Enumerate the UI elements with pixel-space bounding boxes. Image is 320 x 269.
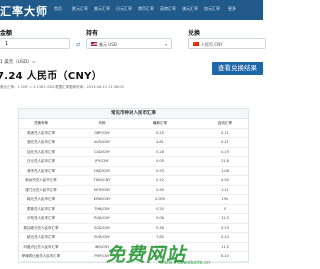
us-flag-icon: [91, 42, 97, 46]
from-currency-label: 持有: [86, 30, 99, 37]
cell-currency[interactable]: 澳门元兑人民币汇率: [19, 186, 63, 195]
table-row[interactable]: 日元兑人民币汇率 JPY/CNY 0.05 21.8: [19, 157, 248, 167]
table-row[interactable]: 澳元兑人民币汇率 AUD/CNY 4.81 0.21: [19, 138, 248, 148]
from-currency-value: 美元 USD: [99, 42, 117, 47]
to-currency-select[interactable]: 人民币 CNY: [188, 38, 266, 49]
cell-rate: 9.25: [156, 130, 164, 135]
nav-item-gbp[interactable]: 英镑汇率: [160, 6, 176, 12]
table-title: 常见币种对人民币汇率: [19, 109, 248, 119]
nav-item-usd[interactable]: 美元汇率: [94, 6, 110, 12]
cell-currency[interactable]: 新加坡元兑人民币汇率: [19, 224, 63, 233]
cell-currency[interactable]: 菲律宾比索兑人民币汇率: [19, 252, 63, 261]
cell-reverse: 21.8: [221, 159, 229, 163]
nav-item-hkd[interactable]: 港币汇率: [138, 6, 154, 12]
cell-rate: 0.93: [156, 168, 164, 173]
cell-currency[interactable]: 英镑兑人民币汇率: [19, 129, 63, 138]
cell-reverse: 0.21: [221, 140, 229, 144]
nav-item-more[interactable]: 更多: [228, 6, 236, 12]
nav-item-jpy[interactable]: 日元汇率: [116, 6, 132, 12]
cell-rate: 5.28: [156, 149, 164, 154]
cell-rate: 0.08: [156, 216, 164, 220]
chevron-down-icon: ▾: [164, 42, 167, 47]
cell-code: KRW/CNY: [93, 197, 111, 201]
cell-rate: 0.05: [156, 159, 164, 163]
site-logo[interactable]: 汇率大师: [0, 3, 48, 19]
cell-reverse: 4.50: [221, 178, 229, 182]
cell-reverse: 0.19: [221, 225, 229, 230]
cell-code: RUB/CNY: [94, 216, 110, 220]
nav-item-cad[interactable]: 加元汇率: [204, 6, 220, 12]
cell-code: THB/CNY: [94, 206, 110, 211]
cell-rate: 0.20: [156, 206, 164, 211]
nav-item-aud[interactable]: 澳元汇率: [182, 6, 198, 12]
nav-item-eur[interactable]: 欧元汇率: [72, 6, 88, 12]
table-row[interactable]: 加元兑人民币汇率 CAD/CNY 5.28 0.19: [19, 148, 248, 157]
col-header-currency: 兑换币种: [34, 121, 48, 125]
cell-code: CAD/CNY: [94, 149, 110, 154]
cell-currency[interactable]: 泰铢兑人民币汇率: [19, 205, 63, 214]
cell-reverse: 0.19: [221, 149, 229, 154]
cell-code: AUD/CNY: [93, 140, 111, 144]
cell-reverse: 12.5: [221, 216, 229, 220]
cell-rate: 0.22: [156, 178, 164, 182]
table-row[interactable]: 英镑兑人民币汇率 GBP/CNY 9.25 0.11: [19, 129, 248, 138]
cell-currency[interactable]: 澳元兑人民币汇率: [19, 138, 63, 147]
cell-reverse: 1.08: [221, 168, 229, 173]
cell-currency[interactable]: 港币兑人民币汇率: [19, 167, 63, 176]
table-row[interactable]: 澳门元兑人民币汇率 MOP/CNY 0.90 1.11: [19, 186, 248, 195]
table-row[interactable]: 卢布兑人民币汇率 RUB/CNY 0.08 12.5: [19, 214, 248, 224]
col-header-reverse: 反向汇率: [218, 121, 232, 125]
table-row[interactable]: 新台币兑人民币汇率 TWD/CNY 0.22 4.50: [19, 176, 248, 186]
cell-currency[interactable]: 日元兑人民币汇率: [19, 157, 63, 166]
cell-code: GBP/CNY: [94, 130, 110, 135]
amount-label: 金额: [0, 30, 13, 37]
cell-code: HKD/CNY: [93, 168, 110, 173]
col-header-code: 代码: [98, 121, 106, 125]
cell-reverse: 190: [221, 197, 229, 201]
cell-reverse: 5: [223, 206, 227, 211]
watermark-url: www.freewebsite.cn: [160, 260, 211, 266]
cell-currency[interactable]: 新台币兑人民币汇率: [19, 176, 63, 185]
result-value: 7.24 人民币（CNY）: [0, 71, 103, 82]
table-row[interactable]: 港币兑人民币汇率 HKD/CNY 0.93 1.08: [19, 167, 248, 176]
cell-currency[interactable]: 韩元兑人民币汇率: [19, 195, 63, 204]
cell-reverse: 0.13: [221, 235, 229, 239]
cell-rate: 0.005: [154, 197, 166, 201]
swap-icon[interactable]: ⇄: [76, 42, 80, 48]
cell-currency[interactable]: 欧元兑人民币汇率: [19, 233, 63, 242]
rate-update-note: 美元汇率：1 CNY = 0.1381 USD 数据汇率更新时间：2024-06…: [0, 85, 124, 89]
cell-rate: 5.36: [156, 225, 164, 230]
to-currency-value: 人民币 CNY: [201, 42, 223, 47]
table-row[interactable]: 韩元兑人民币汇率 KRW/CNY 0.005 190: [19, 195, 248, 205]
cn-flag-icon: [193, 42, 199, 46]
top-header: 汇率大师 首页 欧元汇率 美元汇率 日元汇率 港币汇率 英镑汇率 澳元汇率 加元…: [0, 0, 263, 20]
result-prefix: 1 美元（USD）=: [0, 60, 36, 65]
cell-reverse: 0.11: [221, 130, 229, 135]
col-header-rate: 最新汇率: [153, 121, 167, 125]
cell-reverse: 1.11: [221, 187, 229, 192]
nav-item-home[interactable]: 首页: [54, 6, 62, 12]
view-result-button[interactable]: 查看兑换结果: [212, 62, 263, 75]
cell-code: MOP/CNY: [93, 187, 111, 192]
cell-currency[interactable]: 卢布兑人民币汇率: [19, 214, 63, 223]
cell-rate: 4.81: [156, 140, 164, 144]
table-row[interactable]: 新加坡元兑人民币汇率 SGD/CNY 5.36 0.19: [19, 224, 248, 233]
table-row[interactable]: 泰铢兑人民币汇率 THB/CNY 0.20 5: [19, 205, 248, 214]
cell-reverse: 11.5: [221, 244, 229, 249]
table-header-row: 兑换币种 代码 最新汇率 反向汇率: [19, 119, 248, 129]
cell-currency[interactable]: 印度卢比兑人民币汇率: [19, 243, 63, 252]
cell-code: SGD/CNY: [93, 225, 110, 230]
amount-input[interactable]: 1: [0, 38, 70, 49]
to-currency-label: 兑换: [188, 30, 201, 37]
cell-code: TWD/CNY: [93, 178, 111, 182]
cell-code: JPY/CNY: [95, 159, 109, 163]
from-currency-select[interactable]: 美元 USD ▾: [86, 38, 172, 49]
cell-rate: 0.90: [156, 187, 164, 192]
cell-currency[interactable]: 加元兑人民币汇率: [19, 148, 63, 157]
